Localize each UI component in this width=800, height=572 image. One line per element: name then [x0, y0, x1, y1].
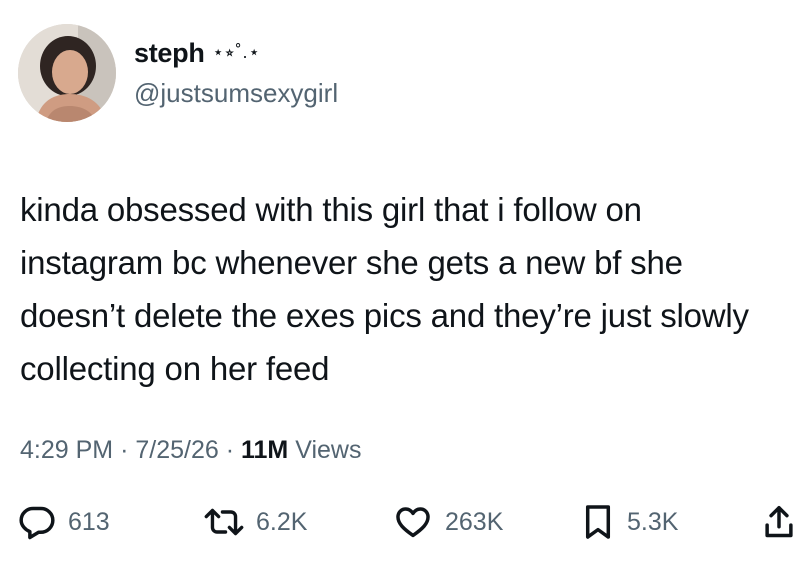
reply-count: 613 [68, 507, 110, 536]
reply-button[interactable]: 613 [18, 500, 110, 544]
meta-separator: · [120, 436, 129, 464]
tweet-text: kinda obsessed with this girl that i fol… [20, 191, 749, 387]
views-count: 11M [241, 436, 289, 464]
bookmark-button[interactable]: 5.3K [581, 500, 678, 544]
display-name-text[interactable]: steph [134, 38, 205, 68]
tweet-meta: 4:29 PM · 7/25/26 · 11M Views [20, 436, 361, 465]
bookmark-count: 5.3K [627, 507, 679, 536]
like-button[interactable]: 263K [393, 500, 503, 544]
like-count: 263K [445, 507, 504, 536]
share-icon [765, 506, 793, 538]
reply-icon [19, 506, 55, 540]
meta-separator: · [225, 436, 235, 464]
name-decoration: ⋆⭒˚.⋆ [212, 42, 261, 62]
action-bar: 613 6.2K 263K 5.3K [0, 500, 800, 544]
tweet-time[interactable]: 4:29 PM [20, 436, 113, 464]
tweet-date[interactable]: 7/25/26 [135, 436, 218, 464]
share-button[interactable] [762, 500, 796, 544]
display-name[interactable]: steph ⋆⭒˚.⋆ [134, 38, 261, 69]
bookmark-icon [585, 505, 611, 539]
repost-button[interactable]: 6.2K [204, 500, 307, 544]
heart-icon [396, 507, 430, 538]
repost-count: 6.2K [256, 507, 308, 536]
repost-icon [204, 508, 244, 536]
views-label: Views [295, 436, 362, 464]
avatar[interactable] [18, 24, 116, 122]
user-handle[interactable]: @justsumsexygirl [134, 78, 338, 109]
